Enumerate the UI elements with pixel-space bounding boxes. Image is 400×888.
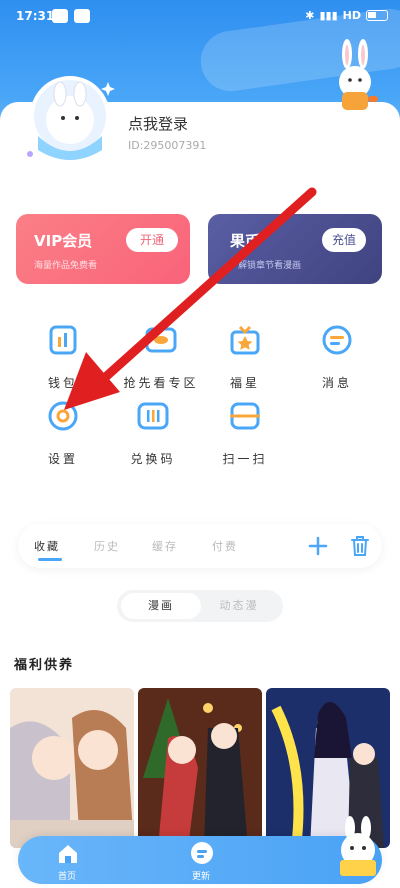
segment-comic[interactable]: 漫画 <box>121 593 201 619</box>
grid-label: 钱包 <box>47 376 78 390</box>
bluetooth-icon: ✱ <box>305 9 315 22</box>
status-bar: 17:31 ✱ ▮▮▮ HD <box>0 0 400 32</box>
tab-cache[interactable]: 缓存 <box>152 538 178 554</box>
update-icon <box>191 842 213 864</box>
grid-label: 兑换码 <box>130 452 176 466</box>
grid-item-wallet[interactable]: 钱包 <box>28 322 98 392</box>
coin-title: 果币 <box>230 232 261 250</box>
grid-item-message[interactable]: 消息 <box>302 322 372 392</box>
status-time: 17:31 <box>16 9 55 23</box>
grid-item-redeem[interactable]: 兑换码 <box>118 398 188 468</box>
library-tabs: 收藏 历史 缓存 付费 <box>18 524 382 568</box>
wallet-icon <box>49 325 77 355</box>
grid-label: 扫一扫 <box>222 452 268 466</box>
signal-icon: ▮▮▮ <box>319 9 338 22</box>
status-right: ✱ ▮▮▮ HD <box>305 9 388 22</box>
coin-subtitle: 解锁章节看漫画 <box>238 261 302 271</box>
grid-label: 福星 <box>229 376 260 390</box>
navbar-pill: 首页 更新 <box>18 836 382 884</box>
comic-cover-1[interactable] <box>10 688 134 848</box>
grid-item-fuxing[interactable]: 福星 <box>210 322 280 392</box>
grid-label: 抢先看专区 <box>123 376 199 390</box>
grid-item-settings[interactable]: 设置 <box>28 398 98 468</box>
bunny-reading-icon[interactable] <box>330 816 386 878</box>
vip-subtitle: 海量作品免费看 <box>34 261 98 271</box>
tab-history[interactable]: 历史 <box>94 538 120 554</box>
add-icon[interactable] <box>308 536 328 556</box>
user-id: ID:295007391 <box>128 139 207 152</box>
vip-card[interactable]: VIP会员 海量作品免费看 开通 <box>16 214 190 284</box>
bunny-mascot-icon[interactable] <box>328 38 382 114</box>
preview-icon <box>145 327 177 353</box>
app-notify-icon <box>74 9 90 23</box>
grid-label: 消息 <box>321 376 352 390</box>
network-type: HD <box>342 9 361 22</box>
nav-home[interactable]: 首页 <box>32 836 102 884</box>
vip-open-button[interactable]: 开通 <box>125 228 178 252</box>
battery-icon <box>366 10 388 21</box>
tab-indicator <box>38 558 62 561</box>
avatar[interactable] <box>22 70 118 166</box>
grid-label: 设置 <box>47 452 78 466</box>
trash-icon[interactable] <box>350 535 370 557</box>
settings-icon <box>48 401 78 431</box>
message-icon <box>322 325 352 355</box>
bottom-navbar: 首页 更新 <box>0 816 400 888</box>
gift-star-icon <box>230 325 260 355</box>
wechat-icon <box>52 9 68 23</box>
login-prompt[interactable]: 点我登录 <box>128 113 188 134</box>
segment-animated[interactable]: 动态漫 <box>199 593 279 619</box>
coin-card[interactable]: 果币 解锁章节看漫画 充值 <box>208 214 382 284</box>
recharge-button[interactable]: 充值 <box>321 228 366 252</box>
nav-home-label: 首页 <box>57 871 76 881</box>
nav-update-label: 更新 <box>191 871 210 881</box>
grid-item-scan[interactable]: 扫一扫 <box>210 398 280 468</box>
grid-item-preview[interactable]: 抢先看专区 <box>118 322 204 392</box>
content-type-segment: 漫画 动态漫 <box>117 590 283 622</box>
barcode-icon <box>137 402 169 430</box>
nav-update[interactable]: 更新 <box>166 836 236 884</box>
scan-icon <box>230 402 260 430</box>
tab-paid[interactable]: 付费 <box>212 538 238 554</box>
comic-cover-2[interactable] <box>138 688 262 848</box>
vip-title: VIP会员 <box>34 232 93 250</box>
tab-favorites[interactable]: 收藏 <box>34 538 60 554</box>
home-icon <box>59 845 77 863</box>
section-title: 福利供养 <box>14 658 75 673</box>
